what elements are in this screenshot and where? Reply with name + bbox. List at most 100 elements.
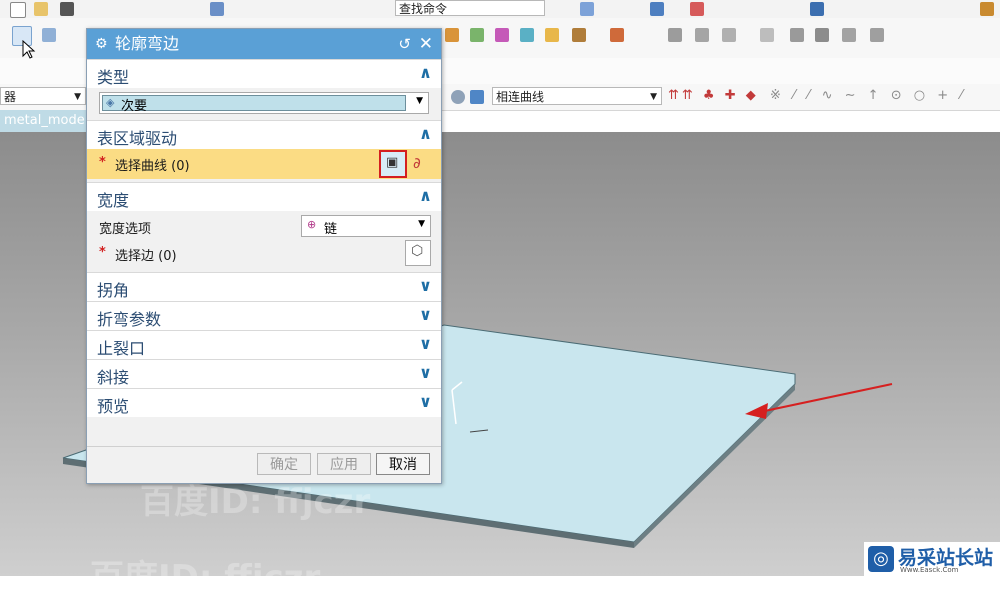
chevron-up-icon[interactable]: ∧: [419, 186, 432, 205]
section-title: 表区域驱动: [97, 129, 178, 148]
mouse-cursor-icon: [22, 40, 36, 59]
render-icon[interactable]: [690, 2, 704, 16]
chevron-down-icon[interactable]: ∨: [419, 334, 432, 353]
filter-dropdown[interactable]: 器 ▼: [0, 87, 86, 105]
curve-rule-text: 相连曲线: [496, 90, 545, 104]
chevron-down-icon[interactable]: ∨: [419, 276, 432, 295]
section-title: 拐角: [97, 281, 130, 300]
sketch-section-button[interactable]: ▣: [379, 150, 407, 178]
dialog-titlebar[interactable]: ⚙ 轮廓弯边 ↺ ✕: [87, 29, 441, 59]
gear-icon: ⚙: [95, 36, 108, 52]
section-width-header[interactable]: 宽度 ∧: [87, 182, 441, 211]
chevron-down-icon: ▼: [418, 219, 425, 229]
required-marker: *: [99, 245, 106, 260]
chevron-down-icon[interactable]: ∨: [419, 305, 432, 324]
width-option-text: 链: [324, 222, 338, 237]
flat-pattern-icon[interactable]: [668, 28, 682, 42]
top-toolbar: 查找命令: [0, 0, 1000, 19]
select-edge-row[interactable]: * 选择边 (0) ⬡: [87, 240, 441, 270]
new-file-icon[interactable]: [10, 2, 26, 18]
section-title: 折弯参数: [97, 310, 162, 329]
table-icon[interactable]: [722, 28, 736, 42]
logo-subtext: Www.Easck.Com: [900, 566, 959, 574]
sheetmetal-icon-1[interactable]: [445, 28, 459, 42]
chevron-up-icon[interactable]: ∧: [419, 63, 432, 82]
select-tool-icon[interactable]: [42, 28, 56, 42]
width-option-dropdown[interactable]: ⊕ 链 ▼: [301, 215, 431, 237]
cancel-button[interactable]: 取消: [376, 453, 430, 475]
section-title: 斜接: [97, 368, 130, 387]
type-dropdown-text: 次要: [121, 99, 148, 114]
dialog-title: 轮廓弯边: [115, 34, 180, 53]
chevron-down-icon: ▼: [74, 92, 81, 102]
chevron-down-icon[interactable]: ∨: [419, 392, 432, 411]
section-title: 类型: [97, 68, 130, 87]
type-row: ◈ 次要 ▼: [87, 88, 441, 120]
sketch-icon: ▣: [386, 155, 399, 170]
open-folder-icon[interactable]: [34, 2, 48, 16]
chain-icon: ⊕: [307, 218, 317, 231]
chevron-down-icon[interactable]: ∨: [419, 363, 432, 382]
snap-mode-icons[interactable]: ※ ⁄ ⁄ ∿ ∼ ↑ ⊙ ○ + ⁄: [770, 88, 966, 103]
section-region-header[interactable]: 表区域驱动 ∧: [87, 120, 441, 149]
section-preview-header[interactable]: 预览 ∨: [87, 388, 441, 417]
logo-icon: ◎: [868, 546, 894, 572]
cube-icon[interactable]: [650, 2, 664, 16]
curve-icon[interactable]: ∂: [413, 154, 421, 172]
select-edge-label: 选择边 (0): [115, 249, 177, 264]
site-logo: ◎ 易采站长站 Www.Easck.Com: [864, 542, 1000, 576]
section-miter-header[interactable]: 斜接 ∨: [87, 359, 441, 388]
tool-icon-3[interactable]: [815, 28, 829, 42]
tool-icon-2[interactable]: [790, 28, 804, 42]
snap-point-icons[interactable]: ⇈⇈ ♣ ✚ ◆: [668, 88, 759, 103]
tool-icon-4[interactable]: [842, 28, 856, 42]
export-icon[interactable]: [695, 28, 709, 42]
select-edge-button[interactable]: ⬡: [405, 240, 431, 266]
secondary-flange-icon: ◈: [106, 96, 115, 109]
section-title: 止裂口: [97, 339, 146, 358]
close-icon[interactable]: ✕: [419, 29, 433, 59]
reset-icon[interactable]: ↺: [398, 29, 411, 59]
type-dropdown-value-box: ◈ 次要: [102, 95, 406, 114]
chevron-up-icon[interactable]: ∧: [419, 124, 432, 143]
apply-button[interactable]: 应用: [317, 453, 371, 475]
sheetmetal-icon-7[interactable]: [610, 28, 624, 42]
tool-icon-1[interactable]: [760, 28, 774, 42]
required-marker: *: [99, 155, 106, 170]
width-option-row: 宽度选项 ⊕ 链 ▼: [87, 211, 441, 240]
ok-button[interactable]: 确定: [257, 453, 311, 475]
tab-label: metal_mode: [4, 113, 85, 128]
cube-icon: ⬡: [411, 243, 424, 259]
select-curve-row[interactable]: * 选择曲线 (0) ▣ ∂: [87, 149, 441, 179]
select-curve-label: 选择曲线 (0): [115, 159, 190, 174]
sheetmetal-icon-3[interactable]: [495, 28, 509, 42]
section-title: 预览: [97, 397, 130, 416]
section-corner-header[interactable]: 拐角 ∨: [87, 272, 441, 301]
sheetmetal-icon-2[interactable]: [470, 28, 484, 42]
help-icon[interactable]: [980, 2, 994, 16]
find-command-field[interactable]: 查找命令: [395, 0, 545, 16]
sheetmetal-icon-5[interactable]: [545, 28, 559, 42]
tool-icon-5[interactable]: [870, 28, 884, 42]
sheetmetal-icon-4[interactable]: [520, 28, 534, 42]
contour-flange-dialog: ⚙ 轮廓弯边 ↺ ✕ 类型 ∧ ◈ 次要 ▼ 表区域驱动 ∧ * 选择曲线 (0…: [86, 28, 442, 484]
sheetmetal-icon-6[interactable]: [572, 28, 586, 42]
type-dropdown[interactable]: ◈ 次要 ▼: [99, 92, 429, 114]
undo-icon[interactable]: [210, 2, 224, 16]
filter-text: 器: [4, 90, 17, 104]
view-icon[interactable]: [580, 2, 594, 16]
watermark-text-2: 百度ID: ffjczr: [90, 558, 321, 598]
snap-icon[interactable]: [451, 90, 465, 104]
find-command-text: 查找命令: [399, 2, 448, 16]
section-type-header[interactable]: 类型 ∧: [87, 59, 441, 88]
section-relief-header[interactable]: 止裂口 ∨: [87, 330, 441, 359]
tab-metal-model[interactable]: metal_mode: [0, 110, 94, 132]
curve-rule-dropdown[interactable]: 相连曲线 ▼: [492, 87, 662, 105]
chevron-down-icon: ▼: [650, 92, 657, 102]
section-bend-params-header[interactable]: 折弯参数 ∨: [87, 301, 441, 330]
dialog-button-bar: 确定 应用 取消: [87, 446, 441, 483]
section-title: 宽度: [97, 191, 130, 210]
body-icon[interactable]: [470, 90, 484, 104]
save-icon[interactable]: [60, 2, 74, 16]
analysis-icon[interactable]: [810, 2, 824, 16]
